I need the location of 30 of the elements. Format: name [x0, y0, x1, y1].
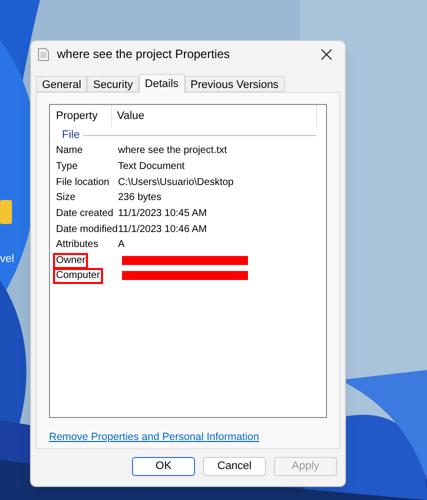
document-icon	[38, 48, 49, 60]
dialog-button[interactable]: OK	[132, 457, 195, 476]
property-name: Type	[56, 160, 78, 174]
property-value: 11/1/2023 10:46 AM	[118, 222, 207, 237]
property-value: 11/1/2023 10:45 AM	[118, 207, 207, 222]
column-header[interactable]: Value	[112, 105, 317, 127]
property-name: Attributes	[56, 238, 98, 252]
property-value: where see the project.txt	[118, 144, 227, 158]
property-name: Owner	[53, 252, 88, 269]
remove-properties-link[interactable]: Remove Properties and Personal Information	[49, 431, 260, 443]
property-value: A	[118, 238, 125, 252]
property-name: Size	[56, 191, 76, 206]
desktop-icon-label[interactable]: vel	[0, 254, 14, 265]
close-icon	[320, 48, 332, 60]
tab[interactable]: Security	[87, 76, 139, 92]
property-name: Date modified	[56, 222, 118, 237]
tab[interactable]: Details	[138, 74, 185, 93]
property-name: Date created	[56, 207, 114, 222]
column-header[interactable]: Property	[50, 105, 112, 127]
tab[interactable]: General	[36, 76, 88, 92]
tab[interactable]: Previous Versions	[184, 76, 285, 92]
property-value: C:\Users\Usuario\Desktop	[118, 176, 234, 190]
property-value: Text Document	[118, 160, 185, 174]
property-value: 236 bytes	[118, 191, 162, 206]
property-name: Name	[56, 144, 83, 158]
window-title: where see the project Properties	[57, 46, 231, 63]
property-name: File location	[56, 176, 110, 190]
dialog-button[interactable]: Cancel	[203, 457, 266, 476]
property-name: Computer	[53, 268, 103, 284]
group-label: File	[62, 128, 80, 143]
